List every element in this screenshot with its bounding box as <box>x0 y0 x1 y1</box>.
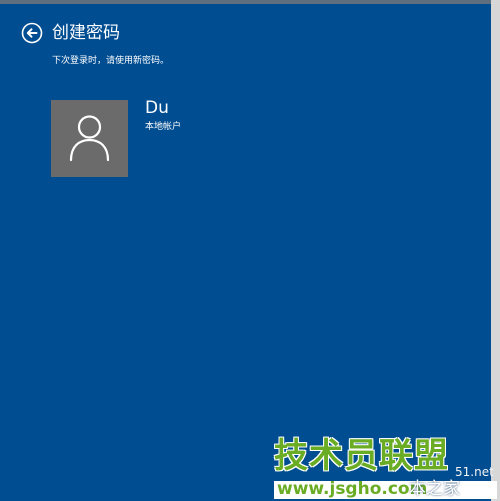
account-type: 本地帐户 <box>145 122 182 132</box>
screen: 创建密码 下次登录时，请使用新密码。 Du 本地帐户 技术员联盟 51.net … <box>0 0 500 501</box>
back-arrow-icon <box>21 22 43 44</box>
create-password-panel: 创建密码 下次登录时，请使用新密码。 Du 本地帐户 <box>0 0 491 501</box>
avatar <box>51 100 128 177</box>
page-title: 创建密码 <box>52 23 120 43</box>
user-icon <box>69 115 110 162</box>
user-name: Du <box>145 98 169 118</box>
page-subtitle: 下次登录时，请使用新密码。 <box>52 56 170 66</box>
back-button[interactable] <box>21 22 43 44</box>
window-edge <box>491 0 500 501</box>
